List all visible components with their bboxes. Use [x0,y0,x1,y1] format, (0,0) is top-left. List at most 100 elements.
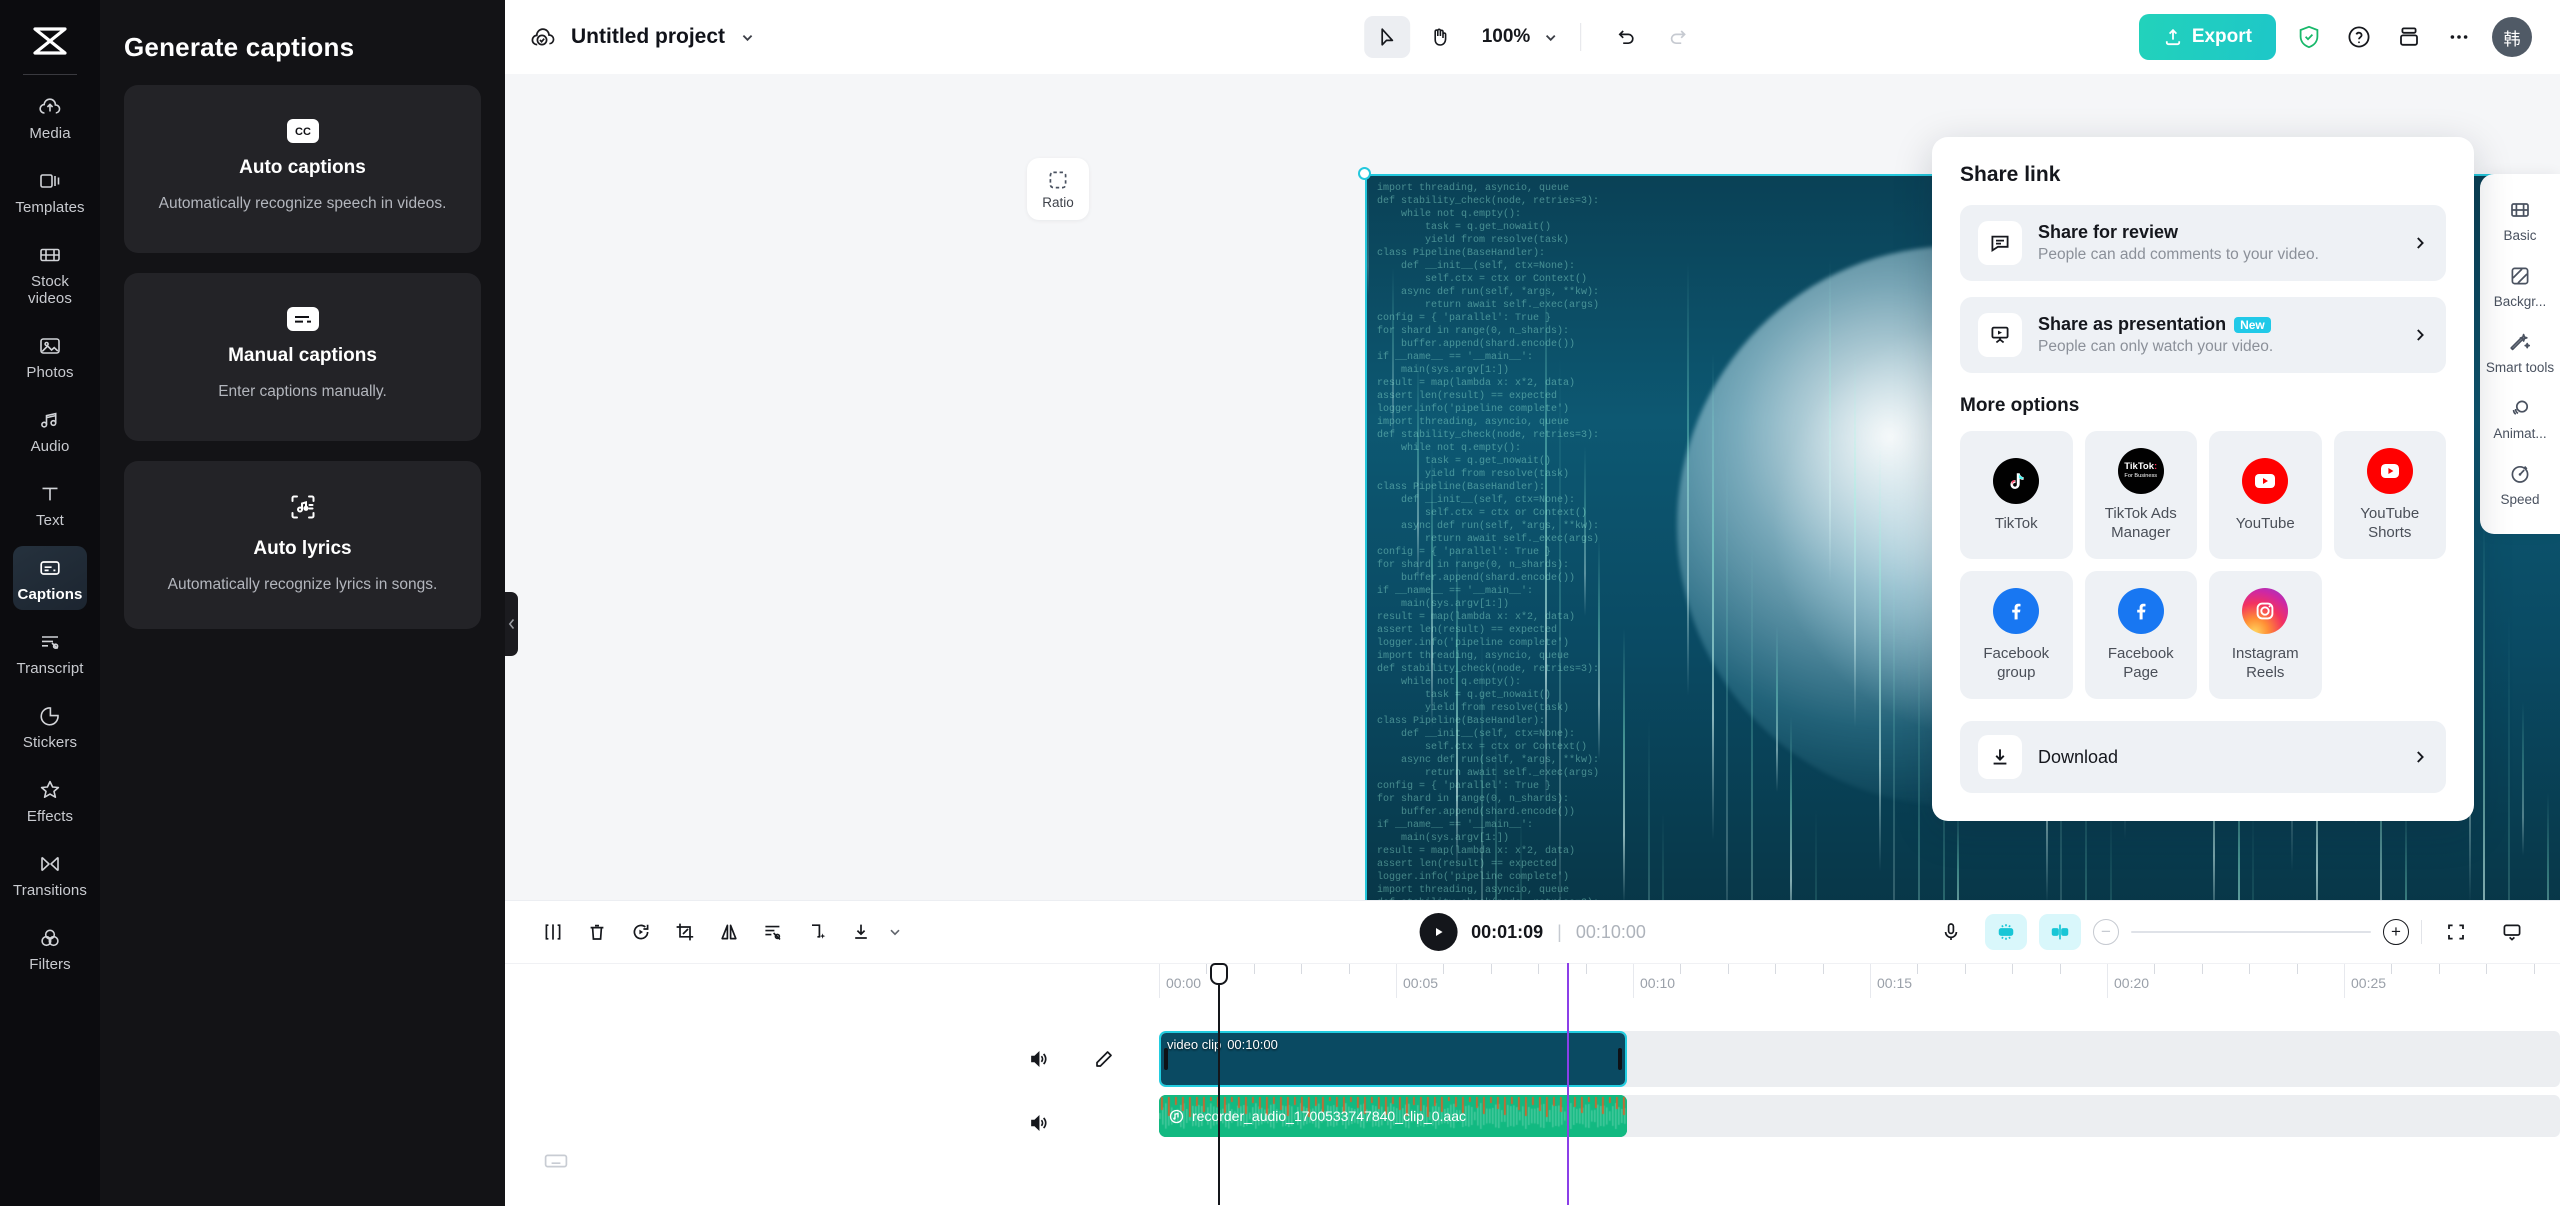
zoom-level-value[interactable]: 100% [1482,26,1531,48]
timeline-ruler[interactable]: 00:0000:0500:1000:1500:2000:2500:3000:35 [505,963,2560,997]
freeze-icon[interactable] [795,912,839,952]
delete-icon[interactable] [575,912,619,952]
project-title[interactable]: Untitled project [571,25,725,49]
fit-screen-icon[interactable] [2434,912,2478,952]
rail-item-animation[interactable]: Animat... [2484,388,2556,450]
top-right-actions: Export 韩 [2139,14,2532,60]
mirror-icon[interactable] [707,912,751,952]
more-horizontal-icon[interactable] [2442,20,2476,54]
sidebar-item-filters[interactable]: Filters [13,916,87,980]
adjust-clip-toggle[interactable] [1985,914,2027,950]
sidebar-item-stickers[interactable]: Stickers [13,694,87,758]
zoom-chevron-down-icon[interactable] [1542,29,1558,45]
share-for-review-row[interactable]: Share for review People can add comments… [1960,205,2446,281]
cursor-tool-button[interactable] [1364,16,1410,58]
sidebar-item-captions[interactable]: Captions [13,546,87,610]
ruler-minor-tick [1443,964,1444,974]
manual-captions-card[interactable]: Manual captions Enter captions manually. [124,273,481,441]
avatar[interactable]: 韩 [2492,17,2532,57]
playhead-handle[interactable] [1210,963,1228,985]
export-button[interactable]: Export [2139,14,2276,60]
auto-captions-card[interactable]: CC Auto captions Automatically recognize… [124,85,481,253]
resize-handle-top-left[interactable] [1358,167,1371,180]
ruler-minor-tick [1206,964,1207,974]
share-row-texts: Share for review People can add comments… [2038,222,2396,264]
question-circle-icon[interactable] [2342,20,2376,54]
split-view-toggle[interactable] [2039,914,2081,950]
sidebar-item-audio[interactable]: Audio [13,398,87,462]
auto-lyrics-card[interactable]: Auto lyrics Automatically recognize lyri… [124,461,481,629]
rail-item-label: Basic [2503,228,2536,244]
rotate-icon[interactable] [619,912,663,952]
volume-icon[interactable] [1027,1048,1049,1070]
share-option-facebook-page[interactable]: Facebook Page [2085,571,2198,699]
tiktok-ads-manager-icon: TikTok: For Business [2118,448,2164,494]
redo-button[interactable] [1655,16,1701,58]
zoom-out-button[interactable]: − [2093,919,2119,945]
rail-item-label: Smart tools [2486,360,2554,376]
rail-item-basic[interactable]: Basic [2484,190,2556,252]
share-as-presentation-row[interactable]: Share as presentation New People can onl… [1960,297,2446,373]
ruler-major-tick [2344,964,2345,998]
tools-chevron-down-icon[interactable] [883,912,907,952]
sidebar-item-media[interactable]: Media [13,85,87,149]
share-option-instagram-reels[interactable]: Instagram Reels [2209,571,2322,699]
preview-icon[interactable] [2490,912,2534,952]
undo-button[interactable] [1603,16,1649,58]
clip-thumbnail [1277,1033,1335,1085]
download-row[interactable]: Download [1960,721,2446,793]
sidebar-item-transcript[interactable]: Transcript [13,620,87,684]
keyboard-shortcuts-icon[interactable] [543,1148,569,1179]
sidebar-item-text[interactable]: Text [13,472,87,536]
sidebar-item-transitions[interactable]: Transitions [13,842,87,906]
sidebar-item-photos[interactable]: Photos [13,324,87,388]
sidebar-item-stock-videos[interactable]: Stock videos [13,233,87,314]
audio-track-header [1027,1095,1127,1151]
capcut-logo-icon[interactable] [21,14,79,68]
share-option-facebook-group[interactable]: Facebook group [1960,571,2073,699]
download-icon[interactable] [839,912,883,952]
zoom-slider[interactable] [2131,931,2371,933]
panel-collapse-handle[interactable] [505,592,518,656]
clip-thumbnail [1509,1033,1567,1085]
rail-item-smart-tools[interactable]: Smart tools [2484,322,2556,384]
ruler-minor-tick [1680,964,1681,974]
crop-icon[interactable] [663,912,707,952]
cloud-check-icon[interactable] [527,22,557,52]
microphone-icon[interactable] [1929,912,1973,952]
cloud-upload-icon [37,94,63,120]
ratio-button[interactable]: Ratio [1027,158,1089,220]
rail-item-speed[interactable]: Speed [2484,454,2556,516]
auto-cut-icon[interactable] [751,912,795,952]
layout-icon[interactable] [2392,20,2426,54]
card-title: Auto lyrics [253,538,351,560]
ruler-minor-tick [2060,964,2061,974]
toolbar-divider [1580,23,1581,51]
audio-clip[interactable]: recorder_audio_1700533747840_clip_0.aac [1159,1095,1627,1137]
chevron-down-icon[interactable] [739,29,755,45]
properties-rail: Basic Backgr... Smart tools Animat... Sp… [2480,174,2560,534]
pencil-icon[interactable] [1093,1048,1115,1070]
ruler-minor-tick [2154,964,2155,974]
manual-captions-icon [287,307,319,331]
sidebar-item-templates[interactable]: Templates [13,159,87,223]
ruler-label: 00:10 [1640,975,1675,991]
shield-check-icon[interactable] [2292,20,2326,54]
playhead[interactable] [1218,963,1220,1205]
clip-trim-right[interactable] [1618,1048,1622,1070]
share-option-youtube[interactable]: YouTube [2209,431,2322,559]
hand-tool-button[interactable] [1416,16,1462,58]
share-option-tiktok[interactable]: TikTok [1960,431,2073,559]
volume-icon[interactable] [1027,1112,1049,1134]
play-button[interactable] [1419,913,1457,951]
zoom-in-button[interactable]: + [2383,919,2409,945]
animation-icon [2508,396,2532,420]
sidebar-item-effects[interactable]: Effects [13,768,87,832]
rail-item-background[interactable]: Backgr... [2484,256,2556,318]
video-clip[interactable]: video clip 00:10:00 [1159,1031,1627,1087]
share-option-tiktok-ads-manager[interactable]: TikTok: For Business TikTok Ads Manager [2085,431,2198,559]
cc-icon: CC [287,119,319,143]
share-option-youtube-shorts[interactable]: YouTube Shorts [2334,431,2447,559]
split-icon[interactable] [531,912,575,952]
audio-track: recorder_audio_1700533747840_clip_0.aac [505,1095,2560,1151]
